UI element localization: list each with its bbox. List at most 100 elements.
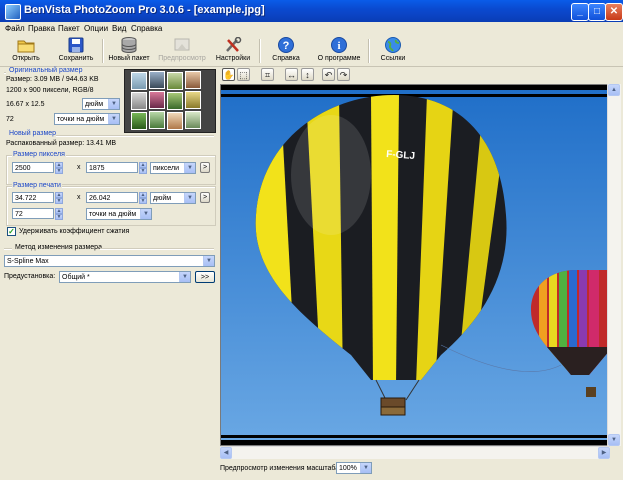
chevron-down-icon: ▼	[360, 463, 371, 473]
chevron-down-icon: ▼	[184, 163, 195, 173]
chevron-down-icon: ▼	[140, 209, 151, 219]
title-bar[interactable]: BenVista PhotoZoom Pro 3.0.6 - [example.…	[0, 0, 623, 22]
print-width-input[interactable]: 34.722	[12, 192, 54, 203]
menu-view[interactable]: Вид	[112, 24, 126, 33]
pixel-width-spinner[interactable]: ▲ ▼	[55, 162, 63, 174]
vertical-scrollbar[interactable]: ▲ ▼	[607, 84, 621, 446]
help-icon: ?	[278, 37, 294, 53]
svg-text:?: ?	[283, 40, 290, 52]
thumbnail	[131, 72, 147, 90]
thumbnail	[131, 92, 147, 110]
preset-more-button[interactable]: >>	[195, 271, 215, 283]
globe-icon	[385, 37, 401, 53]
print-width-spinner[interactable]: ▲ ▼	[55, 192, 63, 204]
close-button[interactable]: ✕	[605, 3, 623, 21]
print-res-spinner[interactable]: ▲ ▼	[55, 208, 63, 220]
thumbnail	[149, 71, 165, 89]
resize-method-title: Метод изменения размера	[15, 244, 102, 251]
pixel-options-button[interactable]: >	[200, 162, 210, 173]
pixel-unit-value: пиксели	[153, 165, 179, 172]
original-size-title: Оригинальный размер	[9, 67, 83, 74]
pixel-unit-select[interactable]: пиксели ▼	[150, 162, 196, 174]
pixel-width-input[interactable]: 2500	[12, 162, 54, 173]
window-title: BenVista PhotoZoom Pro 3.0.6 - [example.…	[24, 4, 265, 16]
keep-ratio-label: Удерживать коэффициент сжатия	[19, 228, 130, 235]
crop-tool-icon[interactable]: ⌗	[261, 68, 274, 81]
print-unit-select[interactable]: дюйм ▼	[150, 192, 196, 204]
menu-edit[interactable]: Правка	[28, 24, 55, 33]
menu-options[interactable]: Опции	[84, 24, 108, 33]
print-height-spinner[interactable]: ▲ ▼	[139, 192, 147, 204]
save-button[interactable]: Сохранить	[54, 36, 98, 66]
scroll-down-icon[interactable]: ▼	[608, 434, 620, 446]
original-pixels-text: 1200 x 900 пиксели, RGB/8	[6, 87, 94, 94]
zoom-select[interactable]: 100% ▼	[336, 462, 372, 474]
thumbnail-collage	[124, 69, 216, 133]
scroll-left-icon[interactable]: ◀	[220, 447, 232, 459]
preview-toolbar: ✋ ⬚ ⌗ ↔ ↕ ↶ ↷	[220, 66, 623, 84]
hand-tool-icon[interactable]: ✋	[222, 68, 235, 81]
thumbnail	[167, 92, 183, 110]
preview-button[interactable]: Предпросмотр	[156, 36, 208, 66]
menu-batch[interactable]: Пакет	[58, 24, 80, 33]
folder-icon	[17, 40, 35, 53]
group-line	[4, 72, 6, 74]
selection-tool-icon[interactable]: ⬚	[237, 68, 250, 81]
chevron-down-icon: ▼	[179, 272, 190, 282]
preview-icon	[174, 38, 190, 51]
pixel-height-spinner[interactable]: ▲ ▼	[139, 162, 147, 174]
preset-label: Предустановка:	[4, 273, 56, 280]
thumbnail	[167, 72, 183, 90]
balloon-photo: F-GLJ	[221, 85, 610, 445]
toolbar: Открыть Сохранить Новый пакет Предпросмо…	[0, 36, 623, 67]
thumbnail	[185, 91, 201, 109]
maximize-button[interactable]: □	[588, 3, 606, 21]
minimize-button[interactable]: _	[571, 3, 589, 21]
keep-ratio-checkbox[interactable]: ✓	[7, 227, 16, 236]
new-batch-button[interactable]: Новый пакет	[106, 36, 152, 66]
preset-select[interactable]: Общий * ▼	[59, 271, 191, 283]
print-unit-value: дюйм	[153, 195, 172, 202]
resize-method-select[interactable]: S-Spline Max ▼	[4, 255, 215, 267]
preset-value: Общий *	[62, 274, 90, 281]
print-options-button[interactable]: >	[200, 192, 210, 203]
print-res-input[interactable]: 72	[12, 208, 54, 219]
group-line	[56, 135, 214, 137]
open-button[interactable]: Открыть	[4, 36, 48, 66]
help-button[interactable]: ? Справка	[264, 36, 308, 66]
fit-height-icon[interactable]: ↕	[301, 68, 314, 81]
settings-button[interactable]: Настройки	[210, 36, 256, 66]
rotate-right-icon[interactable]: ↷	[337, 68, 350, 81]
scroll-right-icon[interactable]: ▶	[598, 447, 610, 459]
database-icon	[121, 37, 137, 53]
print-res-unit-select[interactable]: точки на дюйм ▼	[86, 208, 152, 220]
balloon-registration: F-GLJ	[386, 149, 416, 162]
times-symbol: x	[77, 194, 81, 201]
rotate-left-icon[interactable]: ↶	[322, 68, 335, 81]
print-height-input[interactable]: 26.042	[86, 192, 138, 203]
image-preview[interactable]: F-GLJ	[220, 84, 611, 446]
original-dims-unit-select[interactable]: дюйм ▼	[82, 98, 120, 110]
links-button[interactable]: Ссылки	[372, 36, 414, 66]
floppy-icon	[68, 37, 84, 53]
app-icon	[5, 4, 21, 20]
app-window: BenVista PhotoZoom Pro 3.0.6 - [example.…	[0, 0, 623, 480]
menu-file[interactable]: Файл	[5, 24, 25, 33]
thumbnail	[167, 112, 183, 130]
thumbnail	[149, 111, 165, 129]
original-size-text: Размер: 3.09 MB / 944.63 KB	[6, 76, 99, 83]
menu-help[interactable]: Справка	[131, 24, 162, 33]
original-res-unit-value: точки на дюйм	[57, 116, 105, 123]
scroll-up-icon[interactable]: ▲	[608, 84, 620, 96]
horizontal-scrollbar[interactable]: ◀ ▶	[220, 446, 610, 459]
unpacked-size-text: Распакованный размер: 13.41 MB	[6, 140, 117, 147]
times-symbol: x	[77, 164, 81, 171]
chevron-down-icon: ▼	[108, 99, 119, 109]
toolbar-separator	[368, 39, 370, 63]
about-button[interactable]: i О программе	[314, 36, 364, 66]
original-res-unit-select[interactable]: точки на дюйм ▼	[54, 113, 120, 125]
pixel-height-input[interactable]: 1875	[86, 162, 138, 173]
new-size-title: Новый размер	[9, 130, 57, 137]
fit-width-icon[interactable]: ↔	[285, 68, 298, 81]
zoom-label: Предпросмотр изменения масштаба:	[220, 465, 342, 472]
